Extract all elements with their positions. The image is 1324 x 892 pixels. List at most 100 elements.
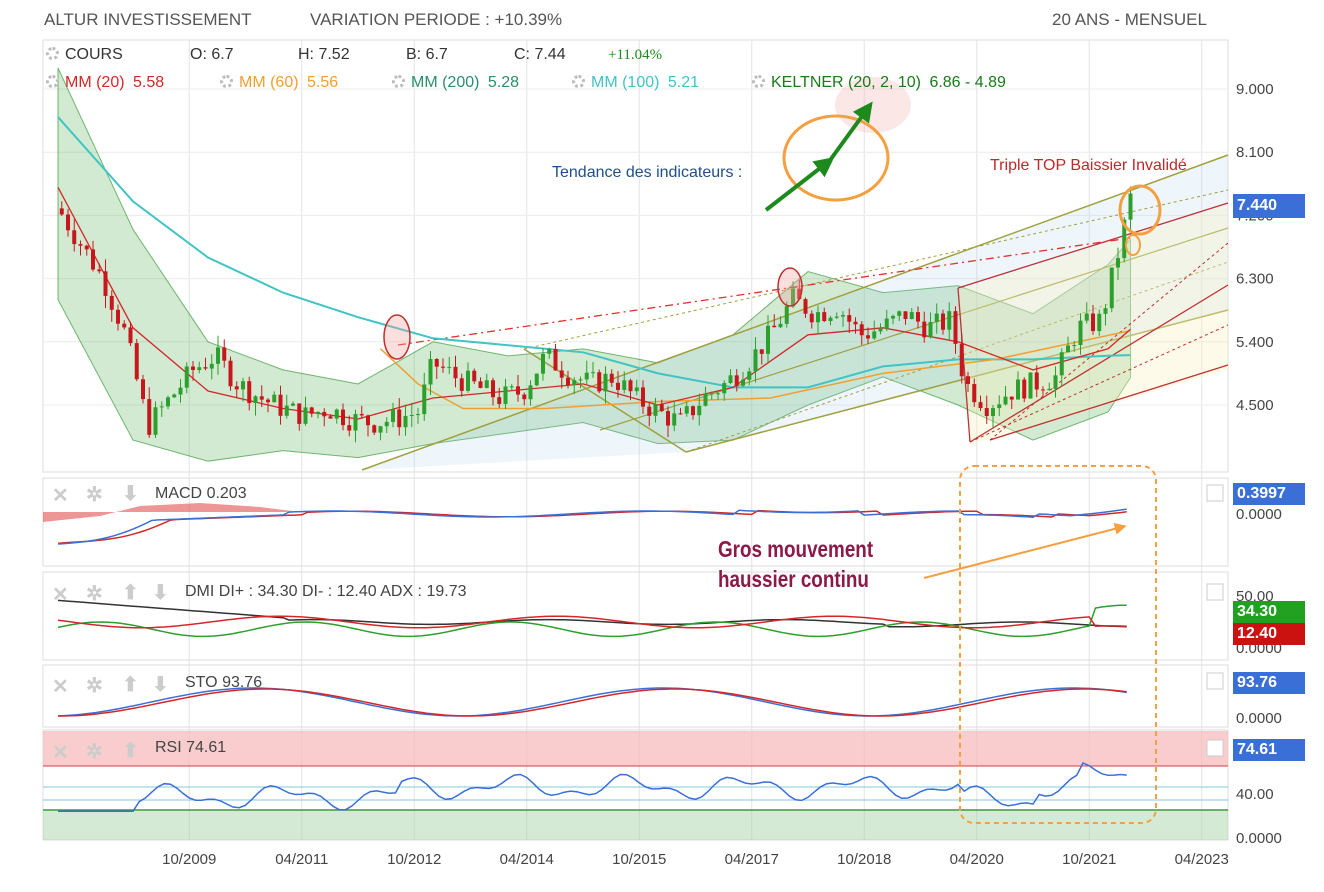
candle-body <box>91 249 95 270</box>
gear-icon[interactable] <box>220 75 233 88</box>
candle-body <box>466 370 470 391</box>
candle-body <box>597 372 602 392</box>
candle-body <box>241 381 245 390</box>
macd-checkbox <box>1206 484 1224 502</box>
time-tick-label: 04/2017 <box>725 851 779 868</box>
gear-icon[interactable]: ✲ <box>86 739 103 764</box>
gear-icon[interactable]: ✲ <box>86 482 103 507</box>
candle-body <box>1034 372 1039 390</box>
candle-body <box>259 396 264 400</box>
candle-body <box>359 413 364 416</box>
candle-body <box>916 312 920 322</box>
candle-body <box>784 306 789 324</box>
gear-icon[interactable] <box>392 75 405 88</box>
candle-body <box>997 404 1002 409</box>
candle-body <box>1053 375 1058 389</box>
time-tick-label: 10/2012 <box>387 851 441 868</box>
candle-body <box>847 315 852 322</box>
candle-body <box>972 384 977 403</box>
candle-body <box>709 393 714 395</box>
dmi-minus-badge: 12.40 <box>1233 623 1305 645</box>
arrow-up-icon[interactable]: ⬆ <box>122 738 139 763</box>
candle-body <box>603 373 608 392</box>
candle-body <box>691 406 695 416</box>
dmi-checkbox <box>1206 583 1224 601</box>
triple-top-annotation: Triple TOP Baissier Invalidé <box>990 157 1187 174</box>
arrow-up-icon[interactable]: ⬆ <box>122 580 139 605</box>
legend-change: +11.04% <box>608 47 663 63</box>
period-selector[interactable]: 20 ANS - MENSUEL <box>1052 10 1207 30</box>
candle-body <box>328 416 333 419</box>
gear-icon[interactable] <box>572 75 585 88</box>
gear-icon[interactable]: ✲ <box>86 581 103 606</box>
candle-body <box>584 372 589 380</box>
candle-body <box>247 381 252 404</box>
candle-body <box>66 214 70 231</box>
candle-body <box>347 425 352 431</box>
arrow-down-icon[interactable]: ⬇ <box>122 481 139 506</box>
close-icon[interactable]: ✕ <box>52 740 69 765</box>
candle-body <box>478 381 483 388</box>
candle-body <box>116 309 120 324</box>
indicator-tick-label: 0.0000 <box>1236 506 1282 523</box>
candle-body <box>634 387 639 392</box>
rsi-label: RSI 74.61 <box>155 739 227 756</box>
sto-badge: 93.76 <box>1233 672 1305 694</box>
sto-label: STO 93.76 <box>185 674 263 691</box>
legend-low: B: 6.7 <box>406 46 448 63</box>
candle-body <box>541 353 545 374</box>
arrow-up-icon[interactable]: ⬆ <box>122 672 139 697</box>
candle-body <box>909 312 914 320</box>
gear-icon[interactable] <box>46 47 59 60</box>
candle-body <box>1109 267 1114 309</box>
close-icon[interactable]: ✕ <box>52 582 69 607</box>
candle-body <box>353 413 358 431</box>
candle-body <box>741 379 745 386</box>
candle-body <box>216 347 220 364</box>
top-marker-2012 <box>383 314 411 360</box>
candle-body <box>1041 389 1045 391</box>
gear-icon[interactable]: ✲ <box>86 673 103 698</box>
candle-body <box>122 323 127 328</box>
candle-body <box>928 322 933 338</box>
price-tick-label: 5.400 <box>1236 334 1274 351</box>
gear-icon[interactable] <box>46 75 59 88</box>
candle-body <box>78 244 83 246</box>
time-tick-label: 04/2011 <box>275 851 328 868</box>
candle-body <box>722 383 727 394</box>
candle-body <box>759 349 764 354</box>
candle-body <box>203 367 208 369</box>
candle-body <box>734 375 739 386</box>
time-tick-label: 04/2014 <box>500 851 554 868</box>
candle-body <box>1028 372 1033 399</box>
time-tick-label: 10/2009 <box>162 851 216 868</box>
candle-body <box>453 366 458 379</box>
candle-body <box>991 408 995 417</box>
period-variation: VARIATION PERIODE : +10.39% <box>310 10 563 29</box>
candle-body <box>184 366 189 388</box>
time-tick-label: 10/2015 <box>612 851 666 868</box>
candle-body <box>416 414 420 416</box>
instrument-title: ALTUR INVESTISSEMENT <box>44 10 252 29</box>
candle-body <box>803 299 808 314</box>
time-tick-label: 04/2020 <box>950 851 1004 868</box>
candle-body <box>697 405 702 416</box>
gear-icon[interactable] <box>752 75 765 88</box>
legend-ma60: MM (60) 5.56 <box>220 74 338 92</box>
candle-body <box>509 386 514 388</box>
candle-body <box>284 405 289 416</box>
candle-body <box>253 396 258 404</box>
close-icon[interactable]: ✕ <box>52 483 69 508</box>
arrow-down-icon[interactable]: ⬇ <box>152 580 169 605</box>
rsi-checkbox <box>1206 739 1224 757</box>
close-icon[interactable]: ✕ <box>52 674 69 699</box>
arrow-down-icon[interactable]: ⬇ <box>152 672 169 697</box>
candle-body <box>616 382 620 390</box>
macd-badge: 0.3997 <box>1233 483 1305 505</box>
candle-body <box>334 409 339 419</box>
candle-body <box>153 407 158 435</box>
macd-signal-line <box>57 509 1127 545</box>
candle-body <box>159 406 164 408</box>
candle-body <box>553 348 558 371</box>
candle-body <box>1009 396 1014 400</box>
